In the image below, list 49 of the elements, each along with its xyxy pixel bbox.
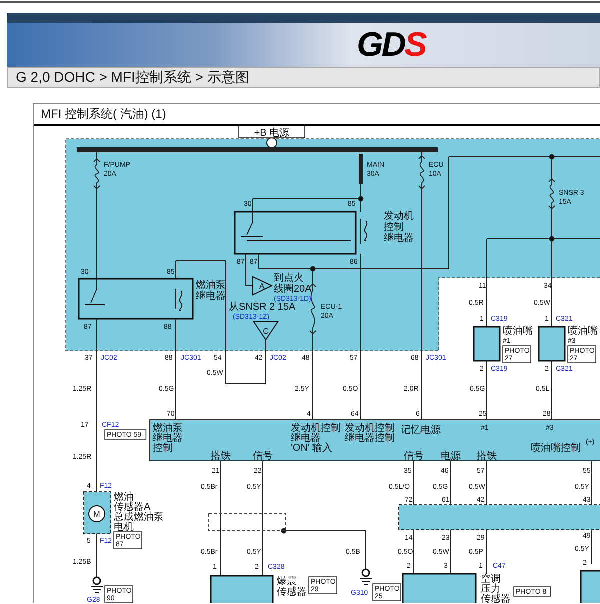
component-label: 传感器A	[114, 502, 151, 513]
component-label: 空调	[481, 574, 501, 585]
symbol-letter: C	[263, 327, 269, 336]
component-label: 压力	[481, 584, 501, 595]
component-label: 继电器	[153, 433, 183, 444]
ground-icon	[90, 576, 104, 594]
component-label: 信号	[253, 451, 273, 462]
component-label: 电源	[441, 451, 461, 462]
component-label: 电机	[114, 522, 134, 533]
breadcrumb: G 2,0 DOHC > MFI控制系统 > 示意图	[16, 68, 250, 87]
injector-box	[538, 326, 566, 362]
connector-triangle	[252, 276, 274, 296]
component-label: 记忆电源	[401, 425, 441, 436]
sensor-box	[580, 570, 600, 603]
component-label: 发动机控制	[345, 423, 395, 434]
component-label: 燃油泵	[153, 423, 183, 434]
injector-box	[473, 326, 501, 362]
component-label: 继电器控制	[345, 433, 395, 444]
component-label: 喷油嘴	[503, 326, 533, 337]
component-label: 发动机控制	[291, 423, 341, 434]
power-source-label: +B 电源	[238, 126, 306, 139]
component-label: 燃油泵	[196, 280, 226, 291]
diagram-title: MFI 控制系统( 汽油) (1)	[41, 106, 166, 123]
component-label: 发动机	[384, 211, 414, 222]
component-label: 传感器	[277, 587, 307, 598]
component-label: 信号	[404, 451, 424, 462]
component-label: 搭铁	[211, 451, 231, 462]
connector-triangle	[253, 322, 279, 341]
component-label: 继电器	[384, 233, 414, 244]
component-label: 控制	[384, 222, 404, 233]
component-label: 'ON' 输入	[291, 443, 333, 454]
component-label: 喷油嘴控制	[531, 443, 581, 454]
component-label: 控制	[153, 443, 173, 454]
ground-icon	[360, 568, 372, 586]
motor-drawing	[84, 492, 112, 534]
symbol-letter: A	[259, 282, 265, 291]
component-label: 线圈20A	[274, 284, 312, 295]
component-label: 从SNSR 2 15A	[229, 302, 296, 313]
component-label: 到点火	[274, 273, 304, 284]
knock-sensor-box	[210, 575, 274, 603]
component-label: 喷油嘴	[568, 326, 598, 337]
component-label: 总成燃油泵	[114, 512, 164, 523]
app-logo: GDS	[357, 28, 426, 62]
component-label: 燃油	[114, 492, 134, 503]
component-label: 搭铁	[477, 451, 497, 462]
component-label: 继电器	[291, 433, 321, 444]
component-label: 爆震	[277, 576, 297, 587]
component-label: 继电器	[196, 291, 226, 302]
symbol-letter: M	[94, 510, 100, 519]
